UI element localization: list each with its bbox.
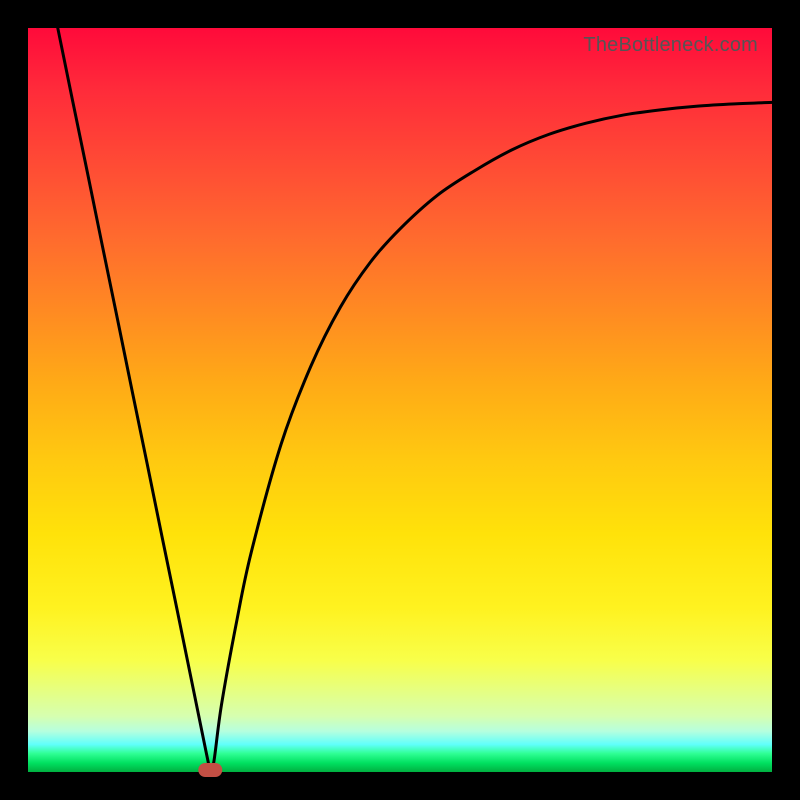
curve-path: [58, 28, 772, 772]
chart-plot-area: TheBottleneck.com: [28, 28, 772, 772]
minimum-marker-icon: [199, 764, 221, 776]
bottleneck-curve: [28, 28, 772, 772]
chart-frame: TheBottleneck.com: [0, 0, 800, 800]
